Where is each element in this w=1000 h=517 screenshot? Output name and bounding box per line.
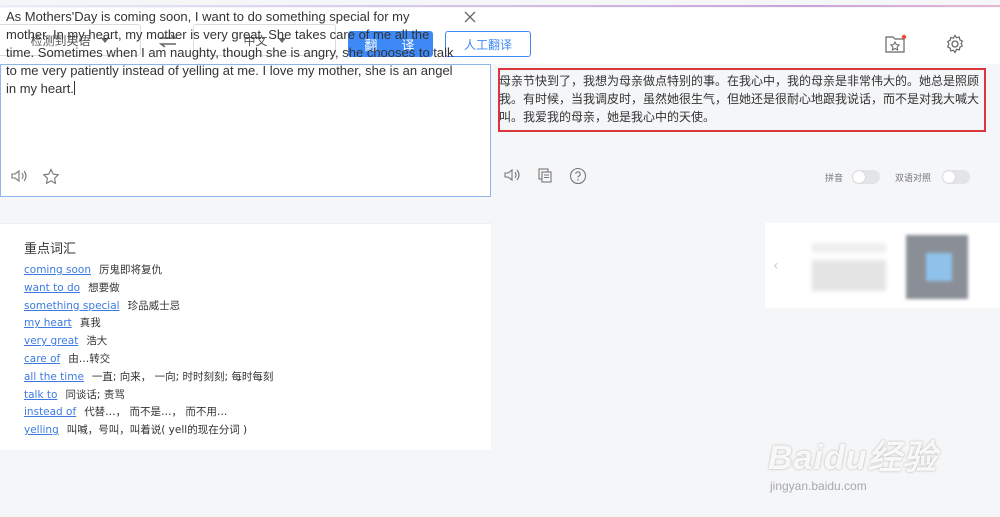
vocab-list: coming soon 厉鬼即将复仇 want to do 想要做 somethin… — [24, 262, 273, 440]
vocab-term-link[interactable]: all the time — [24, 371, 84, 383]
vocab-term-link[interactable]: my heart — [24, 317, 72, 329]
list-item: my heart 真我 — [24, 315, 273, 333]
blurred-image — [906, 235, 968, 299]
vocab-definition: 厉鬼即将复仇 — [98, 264, 162, 276]
close-icon[interactable] — [462, 9, 478, 25]
human-translate-button[interactable]: 人工翻译 — [445, 31, 531, 57]
favorites-icon[interactable] — [884, 32, 908, 56]
list-item: coming soon 厉鬼即将复仇 — [24, 262, 273, 280]
list-item: want to do 想要做 — [24, 280, 273, 298]
pinyin-label: 拼音 — [825, 174, 844, 184]
vocab-definition: 想要做 — [88, 281, 120, 294]
vocab-definition: 同谈话; 责骂 — [65, 388, 125, 401]
vocab-definition: 浩大 — [86, 335, 108, 348]
vocab-title: 重点词汇 — [24, 242, 77, 257]
list-item: very great 浩大 — [24, 333, 273, 351]
vocab-definition: 一直; 向来， 一向; 时时刻刻; 每时每刻 — [91, 370, 274, 383]
vocab-definition: 叫喊，号叫，叫着说( yell的现在分词 ) — [66, 424, 248, 437]
vocab-term-link[interactable]: care of — [24, 353, 60, 365]
vocab-term-link[interactable]: instead of — [24, 406, 76, 418]
vocab-term-link[interactable]: very great — [24, 335, 78, 347]
source-actions — [10, 168, 60, 190]
speaker-icon[interactable] — [503, 167, 521, 189]
copy-icon[interactable] — [537, 167, 553, 189]
vocab-definition: 代替…， 而不是…， 而不用… — [84, 406, 228, 419]
text-cursor — [73, 81, 75, 95]
list-item: yelling 叫喊，号叫，叫着说( yell的现在分词 ) — [24, 422, 273, 440]
star-icon[interactable] — [42, 168, 60, 190]
vocab-definition: 珍品威士忌 — [127, 299, 181, 312]
pinyin-toggle[interactable] — [852, 170, 880, 184]
vocab-term-link[interactable]: yelling — [24, 424, 59, 436]
chevron-left-icon[interactable]: ‹ — [773, 258, 779, 274]
vocab-definition: 由…转交 — [68, 352, 111, 365]
help-icon[interactable] — [569, 167, 587, 189]
blurred-thumbnail — [812, 243, 886, 291]
settings-icon[interactable] — [943, 32, 967, 56]
list-item: talk to 同谈话; 责骂 — [24, 387, 273, 405]
top-accent-line — [0, 5, 1000, 7]
vocab-term-link[interactable]: coming soon — [24, 264, 91, 276]
list-item: care of 由…转交 — [24, 351, 273, 369]
key-vocabulary-panel: 重点词汇 coming soon 厉鬼即将复仇 want to do 想要做 som… — [0, 223, 491, 450]
translated-text: 母亲节快到了，我想为母亲做点特别的事。在我心中，我的母亲是非常伟大的。她总是照顾… — [499, 74, 980, 124]
list-item: something special 珍品威士忌 — [24, 298, 273, 316]
vocab-term-link[interactable]: something special — [24, 300, 120, 312]
baidu-jingyan-watermark: Baidu经验 jingyan.baidu.com — [768, 439, 938, 493]
speaker-icon[interactable] — [10, 168, 28, 190]
bilingual-toggle[interactable] — [942, 170, 970, 184]
source-text-input[interactable]: As Mothers'Day is coming soon, I want to… — [6, 8, 456, 98]
list-item: all the time 一直; 向来， 一向; 时时刻刻; 每时每刻 — [24, 369, 273, 387]
vocab-term-link[interactable]: want to do — [24, 282, 80, 294]
bilingual-label: 双语对照 — [895, 174, 932, 184]
vocab-definition: 真我 — [79, 317, 101, 330]
list-item: instead of 代替…， 而不是…， 而不用… — [24, 404, 273, 422]
target-actions — [503, 167, 587, 189]
vocab-term-link[interactable]: talk to — [24, 389, 57, 401]
